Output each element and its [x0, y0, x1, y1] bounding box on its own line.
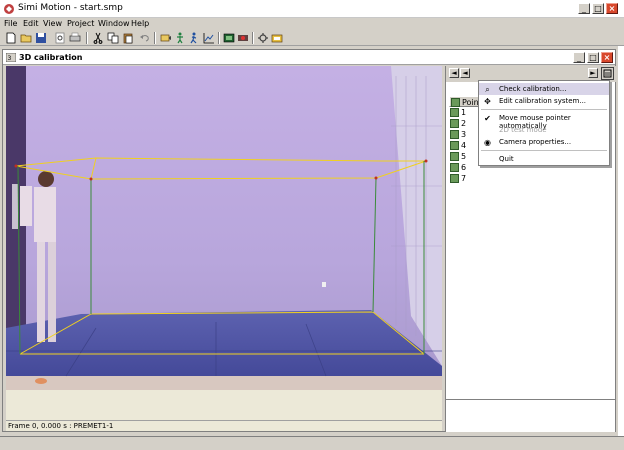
- next-point-button[interactable]: ►: [588, 68, 598, 78]
- point-marker-icon: [450, 130, 459, 139]
- simi-app-icon: [4, 4, 14, 14]
- camera-icon[interactable]: [160, 32, 172, 44]
- prev-point-button[interactable]: ◄: [449, 68, 459, 78]
- panel-menu-icon[interactable]: [601, 67, 614, 80]
- point-number: 6: [461, 163, 467, 172]
- point-number: 2: [461, 119, 467, 128]
- point-row[interactable]: 4: [449, 140, 479, 151]
- menubar: File Edit View Project Window Help: [0, 18, 624, 30]
- point-row[interactable]: 6: [449, 162, 479, 173]
- main-toolbar: [0, 30, 624, 46]
- menu-item-label: Edit calibration system...: [499, 97, 587, 105]
- folder-icon[interactable]: [271, 32, 283, 44]
- status-text: Frame 0, 0.000 s : PREMET1-1: [8, 422, 114, 430]
- copy-icon[interactable]: [107, 32, 119, 44]
- person-icon[interactable]: [174, 32, 186, 44]
- open-icon[interactable]: [20, 32, 32, 44]
- calibration-window-title: 3D calibration: [19, 53, 83, 62]
- print-preview-icon[interactable]: [54, 32, 66, 44]
- child-maximize-button[interactable]: □: [587, 52, 599, 63]
- menu-quit[interactable]: Quit: [479, 153, 609, 165]
- point-marker-icon: [451, 98, 460, 107]
- app-titlebar: Simi Motion - start.smp _ □ ×: [0, 0, 624, 18]
- child-minimize-button[interactable]: _: [573, 52, 585, 63]
- calibration-context-menu: ⌕ Check calibration... ✥ Edit calibratio…: [478, 80, 610, 166]
- point-number: 1: [461, 108, 467, 117]
- checkmark-icon: ✔: [484, 114, 491, 123]
- point-number: 7: [461, 174, 467, 183]
- point-row[interactable]: 5: [449, 151, 479, 162]
- mdi-background: [618, 46, 624, 436]
- panel-divider: [446, 399, 616, 400]
- menu-view[interactable]: View: [43, 19, 62, 28]
- point-row[interactable]: 2: [449, 118, 479, 129]
- point-row[interactable]: 7: [449, 173, 479, 184]
- calibration-icon: 3: [6, 53, 16, 62]
- menu-file[interactable]: File: [4, 19, 17, 28]
- point-marker-icon: [450, 152, 459, 161]
- toolbar-separator: [252, 32, 254, 44]
- app-window: Simi Motion - start.smp _ □ × File Edit …: [0, 0, 624, 450]
- calibration-scene: [6, 66, 442, 390]
- new-icon[interactable]: [5, 32, 17, 44]
- cut-icon[interactable]: [92, 32, 104, 44]
- menu-window[interactable]: Window: [98, 19, 130, 28]
- point-number: 5: [461, 152, 467, 161]
- menu-item-label: Quit: [499, 155, 514, 163]
- child-close-button[interactable]: ×: [601, 52, 613, 63]
- toolbar-separator: [218, 32, 220, 44]
- person-walk-icon[interactable]: [188, 32, 200, 44]
- svg-text:3: 3: [8, 55, 12, 62]
- point-row[interactable]: 1: [449, 107, 479, 118]
- menu-edit[interactable]: Edit: [23, 19, 39, 28]
- point-number: 3: [461, 130, 467, 139]
- save-icon[interactable]: [35, 32, 47, 44]
- paste-icon[interactable]: [122, 32, 134, 44]
- check-calibration-icon: ⌕: [485, 85, 490, 94]
- menu-separator: [481, 150, 607, 151]
- app-status-strip: [0, 436, 624, 450]
- video-frame[interactable]: [6, 66, 442, 390]
- point-marker-icon: [450, 141, 459, 150]
- menu-separator: [481, 109, 607, 110]
- menu-help[interactable]: Help: [131, 19, 149, 28]
- status-bar: Frame 0, 0.000 s : PREMET1-1: [6, 420, 442, 431]
- print-icon[interactable]: [69, 32, 81, 44]
- menu-2d-test-mode: 2D test mode: [479, 124, 609, 136]
- maximize-button[interactable]: □: [592, 3, 604, 14]
- toolbar-separator: [86, 32, 88, 44]
- settings-icon[interactable]: [257, 32, 269, 44]
- menu-item-label: Check calibration...: [499, 85, 567, 93]
- menu-check-calibration[interactable]: ⌕ Check calibration...: [479, 83, 609, 95]
- undo-icon[interactable]: [139, 32, 151, 44]
- app-title: Simi Motion - start.smp: [18, 3, 123, 13]
- point-marker-icon: [450, 163, 459, 172]
- point-marker-icon: [450, 174, 459, 183]
- point-row[interactable]: 3: [449, 129, 479, 140]
- menu-item-label: Camera properties...: [499, 138, 572, 146]
- point-number: 4: [461, 141, 467, 150]
- toolbar-separator: [154, 32, 156, 44]
- record-icon[interactable]: [237, 32, 249, 44]
- point-list-header[interactable]: Point: [449, 96, 482, 107]
- video-icon[interactable]: [223, 32, 235, 44]
- menu-move-mouse-pointer[interactable]: ✔ Move mouse pointer automatically: [479, 112, 609, 130]
- edit-calibration-icon: ✥: [484, 97, 491, 106]
- prev-point-button-2[interactable]: ◄: [460, 68, 470, 78]
- video-info-area: [6, 390, 442, 420]
- menu-edit-calibration-system[interactable]: ✥ Edit calibration system...: [479, 95, 609, 107]
- minimize-button[interactable]: _: [578, 3, 590, 14]
- menu-camera-properties[interactable]: ◉ Camera properties...: [479, 136, 609, 148]
- menu-project[interactable]: Project: [67, 19, 94, 28]
- point-marker-icon: [450, 119, 459, 128]
- menu-item-label: 2D test mode: [499, 126, 547, 134]
- camera-properties-icon: ◉: [484, 138, 491, 147]
- point-marker-icon: [450, 108, 459, 117]
- close-button[interactable]: ×: [606, 3, 618, 14]
- chart-icon[interactable]: [203, 32, 215, 44]
- calibration-window-titlebar: 3 3D calibration _ □ ×: [3, 50, 615, 65]
